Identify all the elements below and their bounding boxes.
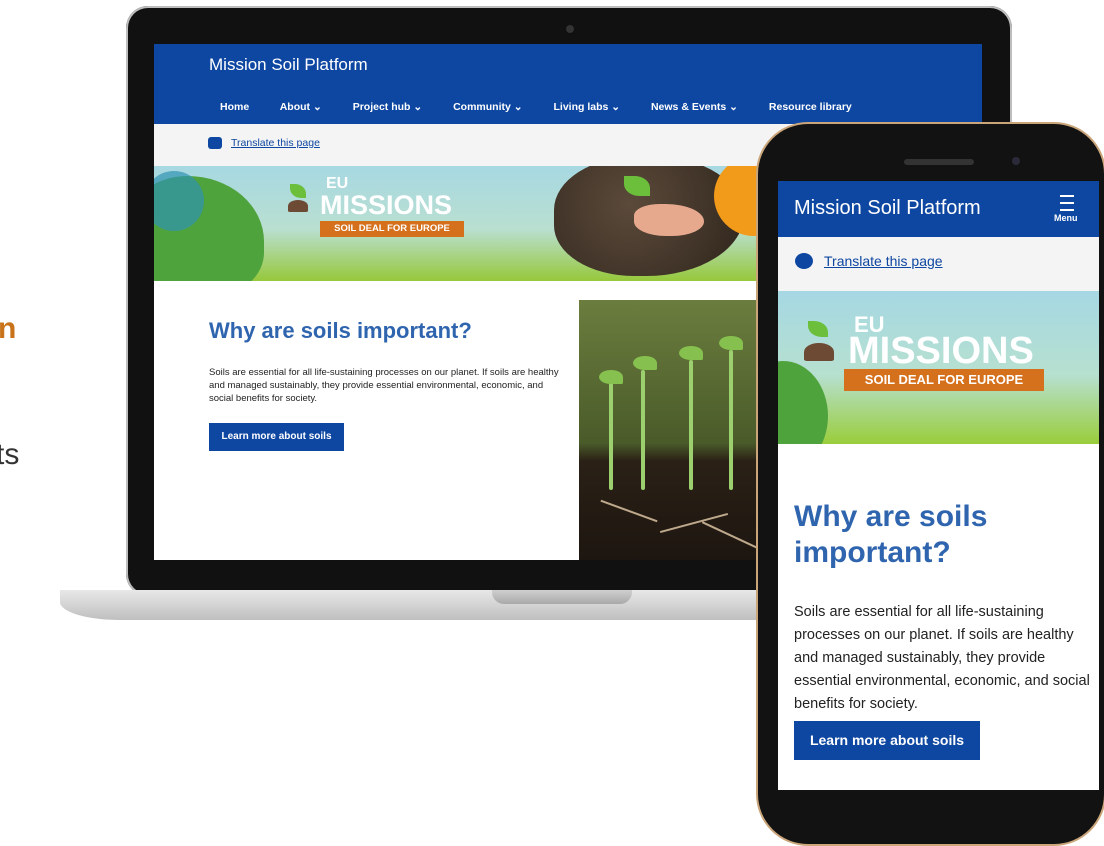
phone-screen: Mission Soil Platform Menu Translate thi… — [778, 181, 1099, 790]
phone-camera — [1012, 157, 1020, 165]
plant-stem — [689, 360, 693, 490]
nav-living-labs[interactable]: Living labs ⌄ — [553, 101, 620, 113]
plant-leaf — [633, 356, 657, 370]
learn-more-button[interactable]: Learn more about soils — [209, 423, 344, 451]
soil-root-icon — [804, 343, 834, 361]
mobile-section-heading: Why are soils important? — [794, 500, 988, 569]
menu-label[interactable]: Menu — [1054, 213, 1078, 223]
banner-shape — [778, 361, 828, 444]
site-title[interactable]: Mission Soil Platform — [209, 55, 368, 75]
plant-leaf — [599, 370, 623, 384]
nav-news-events[interactable]: News & Events ⌄ — [651, 101, 738, 113]
plant-root — [600, 499, 658, 523]
logo-missions: MISSIONS — [848, 330, 1034, 372]
laptop-camera — [566, 25, 574, 33]
mobile-learn-more-button[interactable]: Learn more about soils — [794, 721, 980, 760]
translate-icon — [795, 253, 813, 269]
mobile-hero-banner: EU MISSIONS SOIL DEAL FOR EUROPE — [778, 291, 1099, 444]
soil-root-icon — [288, 200, 308, 212]
mobile-site-title[interactable]: Mission Soil Platform — [794, 197, 981, 220]
nav-community[interactable]: Community ⌄ — [453, 101, 522, 113]
section-heading: Why are soils important? — [209, 318, 472, 343]
mobile-translate-bar: Translate this page — [778, 237, 1099, 291]
sprout-icon — [808, 321, 828, 337]
translate-link[interactable]: Translate this page — [231, 137, 320, 149]
plant-stem — [729, 350, 733, 490]
nav-home[interactable]: Home — [220, 101, 249, 113]
logo-tagline: SOIL DEAL FOR EUROPE — [844, 369, 1044, 391]
hamburger-menu-icon[interactable] — [1060, 195, 1074, 211]
nav-resource-library[interactable]: Resource library — [769, 101, 852, 113]
mobile-header: Mission Soil Platform Menu — [778, 181, 1099, 237]
plant-leaf — [679, 346, 703, 360]
plant-stem — [641, 370, 645, 490]
seedlings-soil-image — [579, 300, 779, 560]
side-text-fragment-orange: n — [0, 312, 17, 345]
nav-project-hub[interactable]: Project hub ⌄ — [353, 101, 422, 113]
laptop-notch — [492, 590, 632, 604]
mobile-translate-link[interactable]: Translate this page — [824, 253, 943, 269]
translate-icon — [208, 137, 222, 149]
plant-leaf — [719, 336, 743, 350]
nav-about[interactable]: About ⌄ — [280, 101, 322, 113]
hand-image — [634, 204, 704, 236]
plant-root — [701, 521, 767, 553]
logo-missions: MISSIONS — [320, 190, 453, 220]
section-paragraph: Soils are essential for all life-sustain… — [209, 367, 559, 404]
main-nav: Home About ⌄ Project hub ⌄ Community ⌄ L… — [220, 101, 880, 113]
mobile-section-paragraph: Soils are essential for all life-sustain… — [794, 604, 1090, 712]
sprout-icon — [290, 184, 306, 198]
plant-stem — [609, 380, 613, 490]
phone-speaker — [904, 159, 974, 165]
side-text-fragment-gray: ts — [0, 438, 20, 471]
site-header: Mission Soil Platform Home About ⌄ Proje… — [154, 44, 982, 124]
logo-tagline: SOIL DEAL FOR EUROPE — [320, 221, 464, 237]
